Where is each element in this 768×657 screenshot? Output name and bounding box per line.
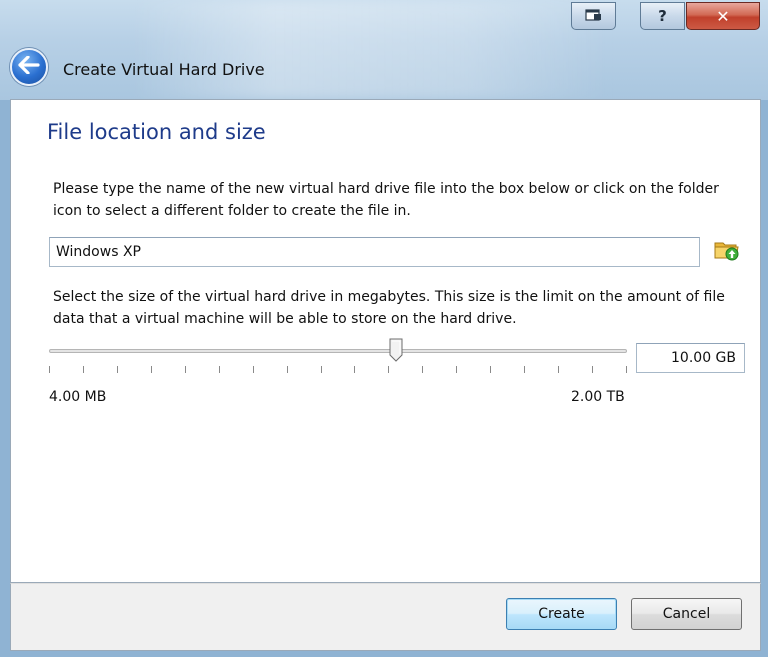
slider-tick [49, 366, 50, 373]
size-input[interactable] [636, 343, 745, 373]
slider-tick [151, 366, 152, 373]
slider-tick [490, 366, 491, 373]
slider-min-label: 4.00 MB [49, 389, 107, 405]
close-icon: ✕ [716, 6, 730, 26]
slider-max-label: 2.00 TB [571, 389, 625, 405]
location-description: Please type the name of the new virtual … [53, 181, 719, 219]
slider-tick [422, 366, 423, 373]
window-title: Create Virtual Hard Drive [63, 60, 265, 79]
slider-track [49, 349, 627, 353]
slider-tick [626, 366, 627, 373]
slider-tick [219, 366, 220, 373]
file-name-input[interactable] [49, 237, 700, 267]
slider-tick [354, 366, 355, 373]
size-description: Select the size of the virtual hard driv… [53, 289, 725, 327]
choose-folder-button[interactable] [713, 239, 741, 265]
slider-tick [558, 366, 559, 373]
slider-tick [456, 366, 457, 373]
cancel-button[interactable]: Cancel [631, 598, 742, 630]
slider-tick [287, 366, 288, 373]
create-button[interactable]: Create [506, 598, 617, 630]
slider-tick [592, 366, 593, 373]
slider-tick [185, 366, 186, 373]
title-bar-background-blur [130, 0, 610, 100]
slider-thumb[interactable] [389, 338, 403, 362]
close-button[interactable]: ✕ [686, 2, 760, 30]
slider-tick [117, 366, 118, 373]
folder-icon [714, 238, 740, 266]
size-slider[interactable] [49, 338, 627, 378]
button-bar: Create Cancel [10, 583, 761, 651]
help-icon: ? [658, 7, 667, 25]
slider-tick [524, 366, 525, 373]
wizard-page: File location and size Please type the n… [10, 99, 761, 583]
slider-tick [253, 366, 254, 373]
slider-tick [83, 366, 84, 373]
back-arrow-icon [18, 55, 40, 78]
restore-button[interactable] [571, 2, 616, 30]
back-button[interactable] [10, 48, 48, 86]
page-title: File location and size [47, 120, 266, 144]
slider-tick [388, 366, 389, 373]
help-button[interactable]: ? [640, 2, 685, 30]
slider-tick [321, 366, 322, 373]
restore-icon [584, 7, 603, 26]
